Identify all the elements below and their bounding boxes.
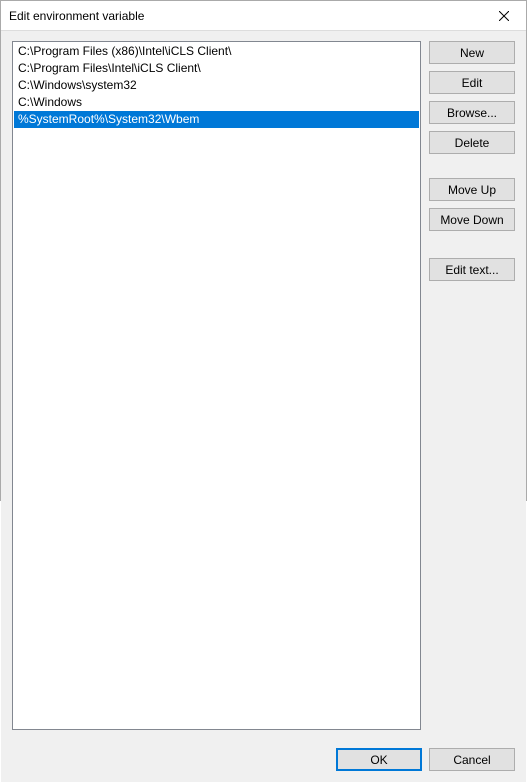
ok-button[interactable]: OK xyxy=(336,748,422,771)
close-button[interactable] xyxy=(481,1,526,30)
list-item[interactable]: C:\Windows\system32 xyxy=(14,77,419,94)
close-icon xyxy=(499,11,509,21)
dialog-content: C:\Program Files (x86)\Intel\iCLS Client… xyxy=(1,31,526,782)
list-item[interactable]: %SystemRoot%\System32\Wbem xyxy=(14,111,419,128)
list-item[interactable]: C:\Program Files\Intel\iCLS Client\ xyxy=(14,60,419,77)
new-button[interactable]: New xyxy=(429,41,515,64)
path-listbox[interactable]: C:\Program Files (x86)\Intel\iCLS Client… xyxy=(12,41,421,730)
dialog-footer: OK Cancel xyxy=(12,730,515,771)
list-item[interactable]: C:\Windows xyxy=(14,94,419,111)
list-item[interactable]: C:\Program Files (x86)\Intel\iCLS Client… xyxy=(14,43,419,60)
move-down-button[interactable]: Move Down xyxy=(429,208,515,231)
edit-button[interactable]: Edit xyxy=(429,71,515,94)
button-column: New Edit Browse... Delete Move Up Move D… xyxy=(429,41,515,730)
titlebar: Edit environment variable xyxy=(1,1,526,31)
dialog-window: Edit environment variable C:\Program Fil… xyxy=(0,0,527,501)
browse-button[interactable]: Browse... xyxy=(429,101,515,124)
cancel-button[interactable]: Cancel xyxy=(429,748,515,771)
delete-button[interactable]: Delete xyxy=(429,131,515,154)
window-title: Edit environment variable xyxy=(1,9,144,23)
edit-text-button[interactable]: Edit text... xyxy=(429,258,515,281)
move-up-button[interactable]: Move Up xyxy=(429,178,515,201)
